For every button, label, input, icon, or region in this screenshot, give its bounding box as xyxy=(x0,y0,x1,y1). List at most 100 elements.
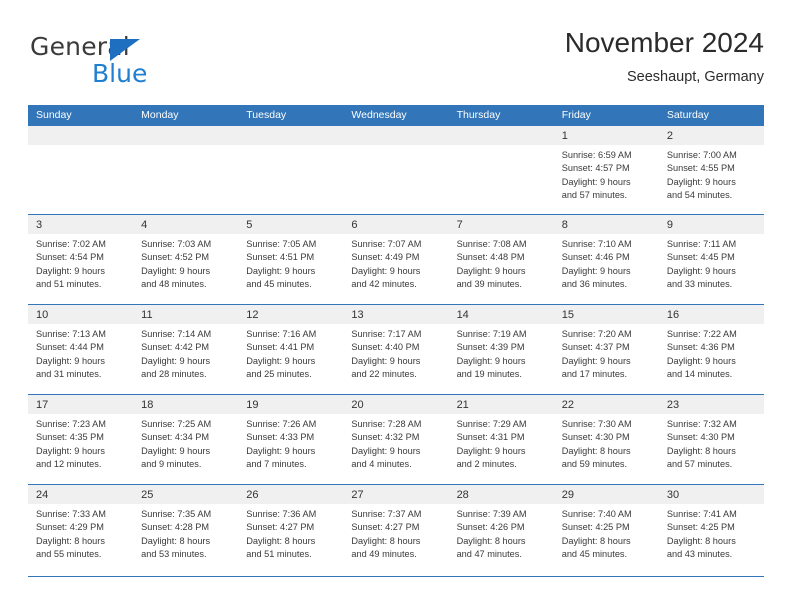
day-cell[interactable]: 22 Sunrise: 7:30 AM Sunset: 4:30 PM Dayl… xyxy=(553,395,659,484)
sunset-text: Sunset: 4:27 PM xyxy=(246,522,315,533)
week-row: 24 Sunrise: 7:33 AM Sunset: 4:29 PM Dayl… xyxy=(28,485,764,577)
day-number: 15 xyxy=(561,309,574,321)
weekday-header-saturday: Saturday xyxy=(666,109,709,121)
daylight-line-1: Daylight: 9 hours xyxy=(666,355,736,366)
week-row: 10 Sunrise: 7:13 AM Sunset: 4:44 PM Dayl… xyxy=(28,305,764,395)
day-number: 13 xyxy=(351,309,364,321)
day-number: 27 xyxy=(351,489,364,501)
day-cell[interactable]: 21 Sunrise: 7:29 AM Sunset: 4:31 PM Dayl… xyxy=(448,395,554,484)
week-row: 3 Sunrise: 7:02 AM Sunset: 4:54 PM Dayli… xyxy=(28,215,764,305)
daylight-line-2: and 48 minutes. xyxy=(141,278,207,289)
logo-triangle-icon xyxy=(110,39,140,61)
day-info: Sunrise: 7:30 AM Sunset: 4:30 PM Dayligh… xyxy=(554,414,659,471)
day-cell[interactable]: 18 Sunrise: 7:25 AM Sunset: 4:34 PM Dayl… xyxy=(133,395,239,484)
day-cell[interactable]: 2 Sunrise: 7:00 AM Sunset: 4:55 PM Dayli… xyxy=(658,126,764,214)
sunrise-text: Sunrise: 7:35 AM xyxy=(141,509,212,519)
daylight-line-2: and 9 minutes. xyxy=(141,458,202,469)
daylight-line-2: and 53 minutes. xyxy=(141,548,207,559)
day-cell[interactable]: 1 Sunrise: 6:59 AM Sunset: 4:57 PM Dayli… xyxy=(553,126,659,214)
page-header: General Blue November 2024 Seeshaupt, Ge… xyxy=(28,26,764,92)
daylight-line-2: and 22 minutes. xyxy=(351,368,417,379)
day-info: Sunrise: 7:16 AM Sunset: 4:41 PM Dayligh… xyxy=(238,324,343,381)
day-number: 4 xyxy=(141,219,148,231)
day-cell[interactable]: 29 Sunrise: 7:40 AM Sunset: 4:25 PM Dayl… xyxy=(553,485,659,576)
day-number-bar: 6 xyxy=(343,215,449,234)
sunrise-text: Sunrise: 7:28 AM xyxy=(351,419,422,429)
day-number: 23 xyxy=(666,399,680,411)
sunrise-text: Sunrise: 7:10 AM xyxy=(561,239,632,249)
day-number: 5 xyxy=(246,219,253,231)
sunrise-text: Sunrise: 7:11 AM xyxy=(666,239,737,249)
day-cell[interactable]: 4 Sunrise: 7:03 AM Sunset: 4:52 PM Dayli… xyxy=(133,215,239,304)
day-cell[interactable]: 27 Sunrise: 7:37 AM Sunset: 4:27 PM Dayl… xyxy=(343,485,449,576)
general-blue-logo[interactable]: General Blue xyxy=(30,32,250,90)
day-number-bar: 9 xyxy=(658,215,764,234)
sunrise-text: Sunrise: 7:36 AM xyxy=(246,509,317,519)
title-block: November 2024 Seeshaupt, Germany xyxy=(565,26,764,87)
sunset-text: Sunset: 4:57 PM xyxy=(561,163,630,174)
day-number-bar: 7 xyxy=(448,215,554,234)
day-cell[interactable]: 11 Sunrise: 7:14 AM Sunset: 4:42 PM Dayl… xyxy=(133,305,239,394)
day-number-bar: 17 xyxy=(28,395,134,414)
day-number: 8 xyxy=(561,219,568,231)
sunrise-text: Sunrise: 7:33 AM xyxy=(36,509,106,519)
sunrise-text: Sunrise: 7:32 AM xyxy=(666,419,737,429)
day-cell[interactable]: 12 Sunrise: 7:16 AM Sunset: 4:41 PM Dayl… xyxy=(238,305,344,394)
day-cell[interactable]: 3 Sunrise: 7:02 AM Sunset: 4:54 PM Dayli… xyxy=(28,215,134,304)
day-cell[interactable]: 30 Sunrise: 7:41 AM Sunset: 4:25 PM Dayl… xyxy=(658,485,764,576)
daylight-line-2: and 7 minutes. xyxy=(246,458,307,469)
day-number-bar: 2 xyxy=(658,126,764,145)
day-number-bar: 29 xyxy=(553,485,659,504)
day-number: 26 xyxy=(246,489,259,501)
day-number-bar: 20 xyxy=(343,395,449,414)
day-cell[interactable]: 20 Sunrise: 7:28 AM Sunset: 4:32 PM Dayl… xyxy=(343,395,449,484)
daylight-line-2: and 28 minutes. xyxy=(141,368,207,379)
week-row: 1 Sunrise: 6:59 AM Sunset: 4:57 PM Dayli… xyxy=(28,126,764,215)
sunset-text: Sunset: 4:25 PM xyxy=(561,522,630,533)
day-info: Sunrise: 7:23 AM Sunset: 4:35 PM Dayligh… xyxy=(28,414,133,471)
day-cell[interactable]: 5 Sunrise: 7:05 AM Sunset: 4:51 PM Dayli… xyxy=(238,215,344,304)
day-cell[interactable]: 7 Sunrise: 7:08 AM Sunset: 4:48 PM Dayli… xyxy=(448,215,554,304)
day-cell[interactable]: 13 Sunrise: 7:17 AM Sunset: 4:40 PM Dayl… xyxy=(343,305,449,394)
sunset-text: Sunset: 4:55 PM xyxy=(666,163,735,174)
day-cell[interactable]: 26 Sunrise: 7:36 AM Sunset: 4:27 PM Dayl… xyxy=(238,485,344,576)
sunrise-text: Sunrise: 7:23 AM xyxy=(36,419,106,429)
sunset-text: Sunset: 4:49 PM xyxy=(351,252,420,263)
daylight-line-2: and 49 minutes. xyxy=(351,548,417,559)
day-cell[interactable]: 23 Sunrise: 7:32 AM Sunset: 4:30 PM Dayl… xyxy=(658,395,764,484)
sunset-text: Sunset: 4:41 PM xyxy=(246,342,315,353)
day-info: Sunrise: 6:59 AM Sunset: 4:57 PM Dayligh… xyxy=(554,145,659,202)
day-cell[interactable]: 28 Sunrise: 7:39 AM Sunset: 4:26 PM Dayl… xyxy=(448,485,554,576)
daylight-line-2: and 45 minutes. xyxy=(246,278,312,289)
day-cell[interactable]: 15 Sunrise: 7:20 AM Sunset: 4:37 PM Dayl… xyxy=(553,305,659,394)
day-number-bar: 15 xyxy=(553,305,659,324)
day-cell[interactable]: 17 Sunrise: 7:23 AM Sunset: 4:35 PM Dayl… xyxy=(28,395,134,484)
day-cell xyxy=(28,126,134,214)
sunset-text: Sunset: 4:39 PM xyxy=(456,342,525,353)
daylight-line-2: and 14 minutes. xyxy=(666,368,733,379)
sunrise-text: Sunrise: 7:03 AM xyxy=(141,239,212,249)
sunset-text: Sunset: 4:35 PM xyxy=(36,432,104,443)
weekday-header-wednesday: Wednesday xyxy=(351,109,407,121)
day-cell[interactable]: 25 Sunrise: 7:35 AM Sunset: 4:28 PM Dayl… xyxy=(133,485,239,576)
day-cell[interactable]: 6 Sunrise: 7:07 AM Sunset: 4:49 PM Dayli… xyxy=(343,215,449,304)
daylight-line-1: Daylight: 8 hours xyxy=(351,535,421,546)
day-number: 30 xyxy=(666,489,680,501)
daylight-line-1: Daylight: 9 hours xyxy=(246,355,316,366)
day-cell[interactable]: 10 Sunrise: 7:13 AM Sunset: 4:44 PM Dayl… xyxy=(28,305,134,394)
day-cell[interactable]: 19 Sunrise: 7:26 AM Sunset: 4:33 PM Dayl… xyxy=(238,395,344,484)
weekday-header-sunday: Sunday xyxy=(36,109,72,121)
day-cell[interactable]: 24 Sunrise: 7:33 AM Sunset: 4:29 PM Dayl… xyxy=(28,485,134,576)
day-number-bar: 30 xyxy=(658,485,764,504)
day-cell[interactable]: 9 Sunrise: 7:11 AM Sunset: 4:45 PM Dayli… xyxy=(658,215,764,304)
day-number-bar: 8 xyxy=(553,215,659,234)
day-cell[interactable]: 14 Sunrise: 7:19 AM Sunset: 4:39 PM Dayl… xyxy=(448,305,554,394)
day-number: 24 xyxy=(36,489,49,501)
day-cell[interactable]: 16 Sunrise: 7:22 AM Sunset: 4:36 PM Dayl… xyxy=(658,305,764,394)
day-cell[interactable]: 8 Sunrise: 7:10 AM Sunset: 4:46 PM Dayli… xyxy=(553,215,659,304)
day-cell xyxy=(343,126,449,214)
day-number: 16 xyxy=(666,309,680,321)
sunset-text: Sunset: 4:29 PM xyxy=(36,522,104,533)
daylight-line-2: and 17 minutes. xyxy=(561,368,628,379)
sunset-text: Sunset: 4:31 PM xyxy=(456,432,525,443)
